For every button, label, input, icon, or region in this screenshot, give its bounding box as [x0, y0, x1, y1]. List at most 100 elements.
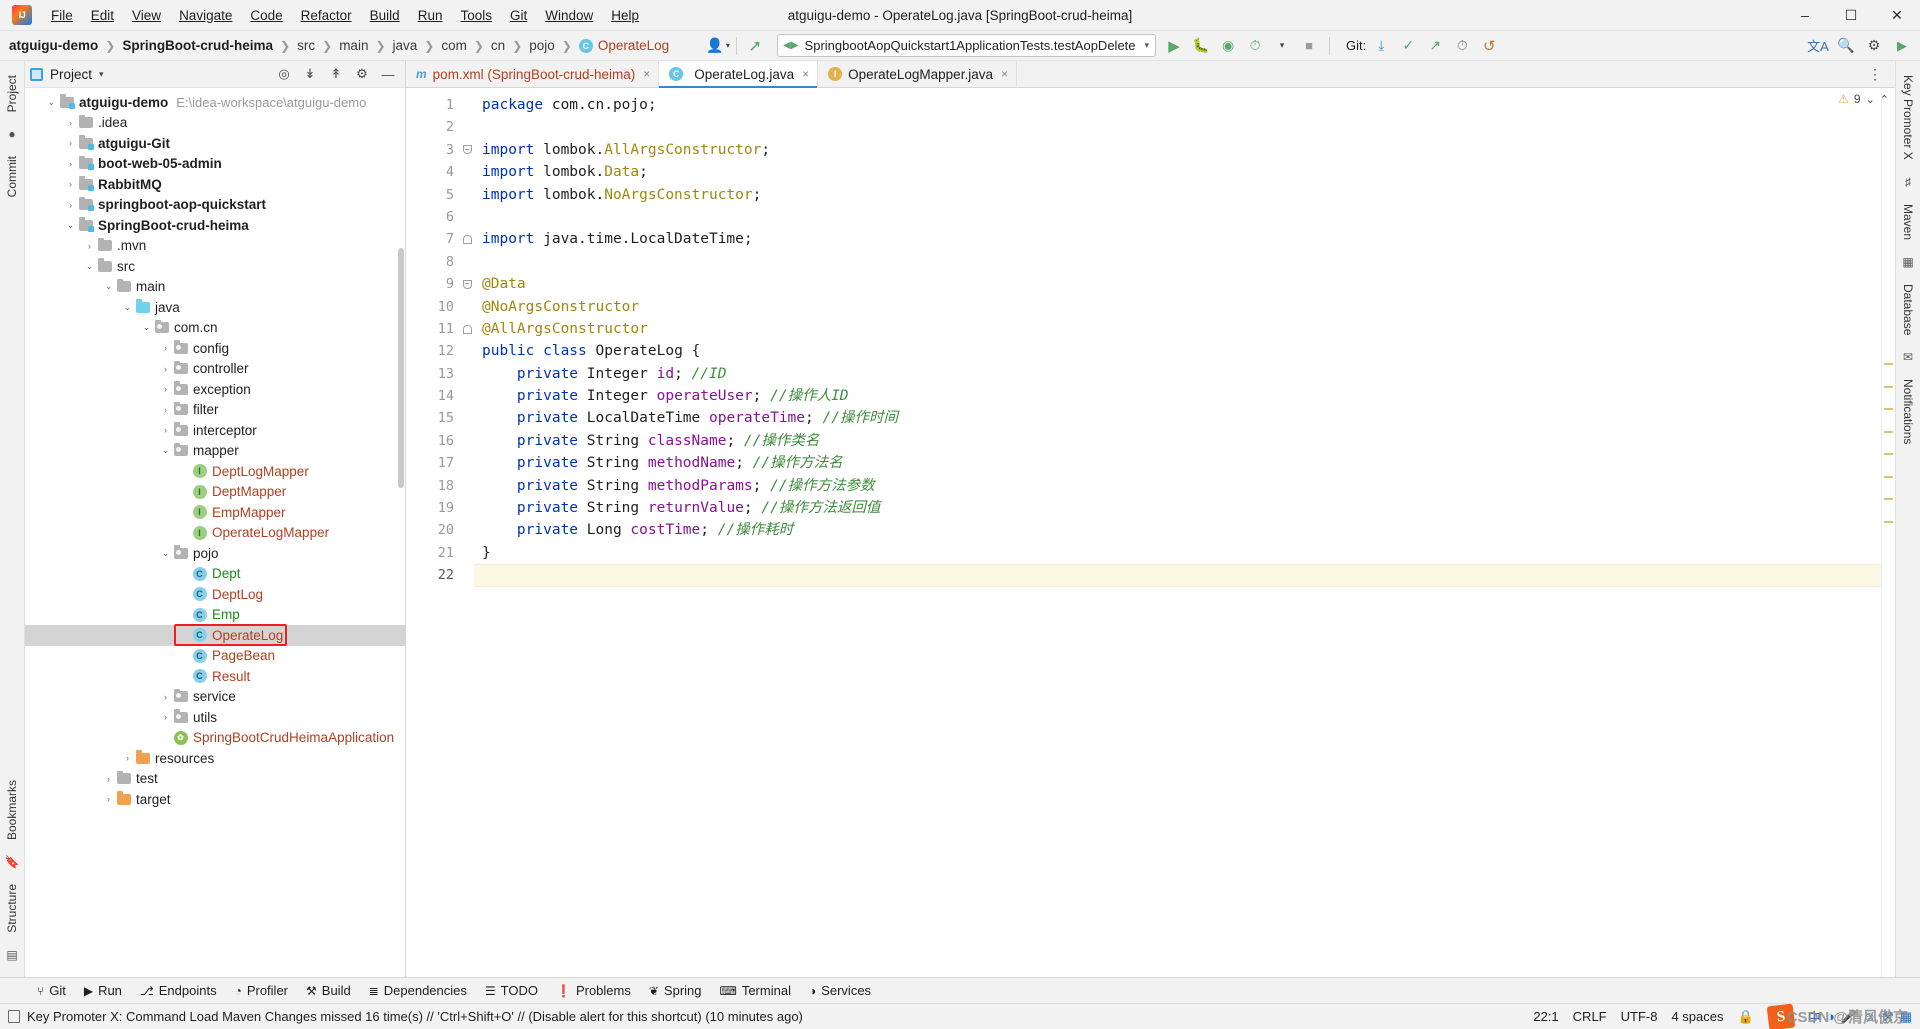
sidebar-item-database[interactable]: Database	[1899, 276, 1917, 343]
chevron-right-icon[interactable]: ›	[121, 753, 134, 763]
tree-row[interactable]: › controller	[25, 359, 405, 380]
git-update-icon[interactable]: ⤓	[1369, 34, 1393, 58]
code-line[interactable]: private String returnValue; //操作方法返回值	[474, 497, 1881, 519]
maximize-icon[interactable]: ☐	[1828, 0, 1874, 31]
chevron-down-icon[interactable]: ⌄	[140, 322, 153, 333]
code-line[interactable]: private String className; //操作类名	[474, 430, 1881, 452]
run-play-icon[interactable]: ▶	[1162, 34, 1186, 58]
gear-icon[interactable]: ⚙	[1862, 34, 1886, 58]
code-line[interactable]: private Integer id; //ID	[474, 363, 1881, 385]
chevron-down-icon[interactable]: ⌄	[83, 261, 96, 272]
code-line[interactable]	[474, 251, 1881, 273]
code-fold-toggle[interactable]	[460, 228, 474, 250]
more-options-icon[interactable]: ⋮	[1863, 62, 1887, 86]
expand-all-icon[interactable]: ↡	[298, 62, 322, 86]
code-line[interactable]: package com.cn.pojo;	[474, 94, 1881, 116]
tree-row[interactable]: C Dept	[25, 564, 405, 585]
tree-row[interactable]: › exception	[25, 379, 405, 400]
tool-window-dependencies[interactable]: ≣ Dependencies	[360, 980, 476, 1001]
menu-file[interactable]: File	[42, 4, 82, 27]
chevron-right-icon[interactable]: ›	[64, 118, 77, 128]
menu-window[interactable]: Window	[536, 4, 602, 27]
sidebar-item-key-promoter-x[interactable]: Key Promoter X	[1899, 67, 1917, 168]
chevron-right-icon[interactable]: ›	[159, 405, 172, 415]
code-line[interactable]: public class OperateLog {	[474, 340, 1881, 362]
close-icon[interactable]: ×	[643, 67, 650, 81]
code-line[interactable]: private Integer operateUser; //操作人ID	[474, 385, 1881, 407]
menu-view[interactable]: View	[123, 4, 170, 27]
code-line[interactable]: private String methodParams; //操作方法参数	[474, 475, 1881, 497]
chevron-right-icon[interactable]: ›	[159, 343, 172, 353]
code-line[interactable]	[474, 116, 1881, 138]
breadcrumb-springboot-crud-heima[interactable]: SpringBoot-crud-heima	[119, 37, 276, 54]
code-folding-column[interactable]: − −	[460, 88, 474, 977]
run-coverage-icon[interactable]: ◉	[1216, 34, 1240, 58]
code-line[interactable]	[474, 206, 1881, 228]
sidebar-item-project[interactable]: Project	[3, 67, 21, 120]
tree-row[interactable]: › test	[25, 769, 405, 790]
code-line[interactable]: @NoArgsConstructor	[474, 296, 1881, 318]
tree-row[interactable]: I EmpMapper	[25, 502, 405, 523]
minimize-icon[interactable]: ‒	[1782, 0, 1828, 31]
breadcrumb-cn[interactable]: cn	[488, 37, 508, 54]
git-push-icon[interactable]: ↗	[1423, 34, 1447, 58]
ime-emoji-icon[interactable]: ☺	[1863, 1009, 1876, 1024]
project-tree[interactable]: ⌄ atguigu-demo E:\idea-workspace\atguigu-d…	[25, 88, 405, 977]
git-commit-check-icon[interactable]: ✓	[1396, 34, 1420, 58]
chevron-down-icon[interactable]: ⌄	[1866, 93, 1875, 106]
tool-window-git[interactable]: ⑂ Git	[28, 980, 75, 1001]
tree-row[interactable]: › interceptor	[25, 420, 405, 441]
code-line[interactable]: private String methodName; //操作方法名	[474, 452, 1881, 474]
history-clock-icon[interactable]: ⏱	[1450, 34, 1474, 58]
stop-icon[interactable]: ■	[1297, 34, 1321, 58]
chevron-down-icon[interactable]: ▾	[99, 69, 104, 80]
tool-window-profiler[interactable]: ◔ Profiler	[226, 980, 297, 1001]
menu-run[interactable]: Run	[409, 4, 452, 27]
menu-edit[interactable]: Edit	[82, 4, 123, 27]
breadcrumb-com[interactable]: com	[438, 37, 470, 54]
tree-row[interactable]: C Result	[25, 666, 405, 687]
tree-row[interactable]: ⌄ SpringBoot-crud-heima	[25, 215, 405, 236]
breadcrumb-java[interactable]: java	[390, 37, 421, 54]
tree-row[interactable]: › service	[25, 687, 405, 708]
tree-row[interactable]: ⌄ src	[25, 256, 405, 277]
code-line[interactable]: @AllArgsConstructor	[474, 318, 1881, 340]
chevron-right-icon[interactable]: ›	[159, 692, 172, 702]
chevron-right-icon[interactable]: ›	[159, 364, 172, 374]
tree-row[interactable]: ⌄ pojo	[25, 543, 405, 564]
ime-tool-icon[interactable]: ⚒	[1882, 1009, 1894, 1025]
indent-setting[interactable]: 4 spaces	[1671, 1009, 1723, 1024]
sogou-pinyin-icon[interactable]: S	[1766, 1003, 1796, 1029]
close-icon[interactable]: ×	[1001, 67, 1008, 81]
tool-window-problems[interactable]: ❗ Problems	[547, 980, 640, 1001]
code-fold-toggle[interactable]: −	[460, 273, 474, 295]
tree-row[interactable]: C PageBean	[25, 646, 405, 667]
sidebar-item-maven[interactable]: Maven	[1899, 196, 1917, 248]
chevron-right-icon[interactable]: ›	[64, 138, 77, 148]
sidebar-item-bookmarks[interactable]: Bookmarks	[3, 772, 21, 848]
file-encoding[interactable]: UTF-8	[1621, 1009, 1658, 1024]
code-line[interactable]: private Long costTime; //操作耗时	[474, 519, 1881, 541]
code-line[interactable]: @Data	[474, 273, 1881, 295]
tree-row[interactable]: › utils	[25, 707, 405, 728]
tree-row[interactable]: › resources	[25, 748, 405, 769]
tree-row[interactable]: ⌄ mapper	[25, 441, 405, 462]
chevron-down-icon[interactable]: ⌄	[64, 220, 77, 231]
chevron-right-icon[interactable]: ›	[64, 159, 77, 169]
chevron-down-icon[interactable]: ⌄	[102, 281, 115, 292]
chevron-right-icon[interactable]: ›	[159, 425, 172, 435]
tree-row[interactable]: › RabbitMQ	[25, 174, 405, 195]
tool-window-services[interactable]: ◑ Services	[800, 980, 880, 1001]
chevron-down-icon[interactable]: ⌄	[45, 97, 58, 108]
code-line[interactable]: private LocalDateTime operateTime; //操作时…	[474, 407, 1881, 429]
sidebar-item-structure[interactable]: Structure	[3, 876, 21, 941]
run-profiler-icon[interactable]: ⏱	[1243, 34, 1267, 58]
editor-marker-bar[interactable]	[1881, 88, 1895, 977]
lock-icon[interactable]: 🔒	[1738, 1009, 1754, 1025]
hide-icon[interactable]: —	[376, 62, 400, 86]
code-line[interactable]: }	[474, 542, 1881, 564]
tree-row[interactable]: C OperateLog	[25, 625, 405, 646]
breadcrumb-atguigu-demo[interactable]: atguigu-demo	[6, 37, 101, 54]
tool-window-build[interactable]: ⚒ Build	[297, 980, 360, 1001]
tree-row[interactable]: ⌄ main	[25, 277, 405, 298]
